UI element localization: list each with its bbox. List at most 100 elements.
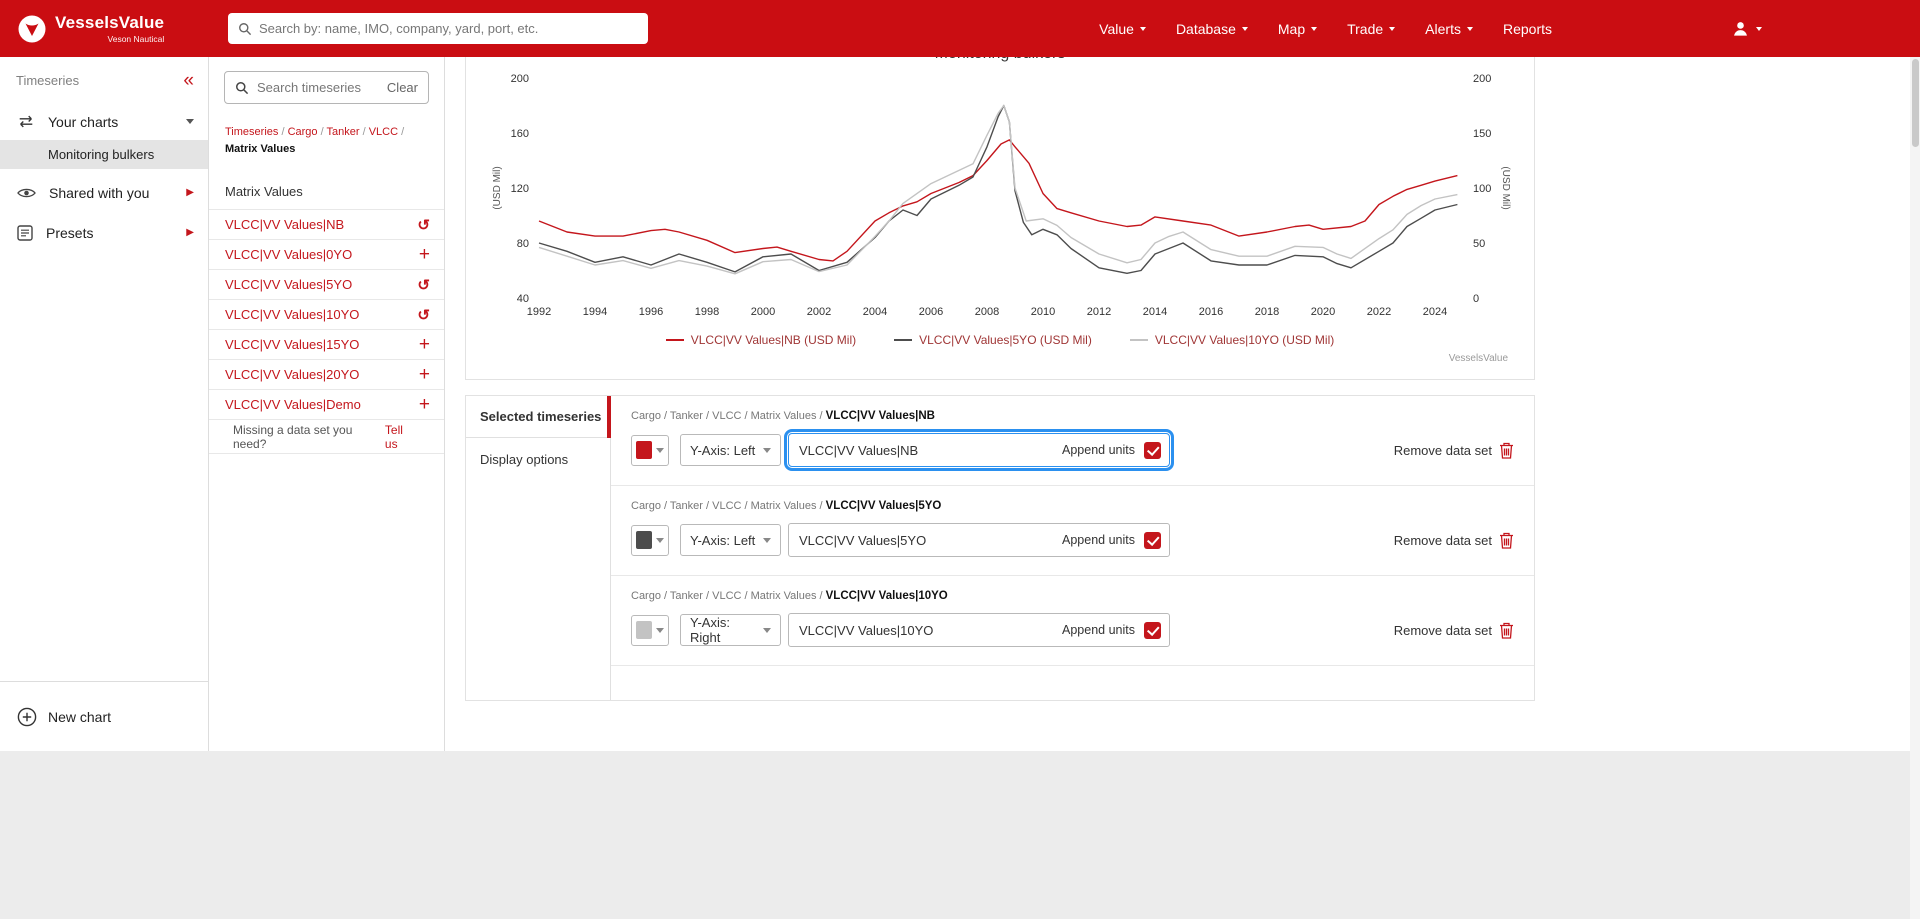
remove-dataset-button[interactable]: Remove data set xyxy=(1394,442,1514,459)
svg-text:200: 200 xyxy=(511,73,529,85)
scrollbar-thumb[interactable] xyxy=(1911,59,1919,147)
add-icon[interactable]: + xyxy=(419,395,430,414)
tell-us-link[interactable]: Tell us xyxy=(385,423,418,451)
series-label-input-group: Append units xyxy=(788,613,1170,647)
undo-icon[interactable]: ↺ xyxy=(417,306,430,324)
svg-text:2024: 2024 xyxy=(1423,306,1447,318)
nav-map[interactable]: Map xyxy=(1278,21,1318,37)
sidebar-header: Timeseries « xyxy=(0,57,208,103)
presets-list-icon xyxy=(17,224,33,241)
brand-subtitle: Veson Nautical xyxy=(107,34,165,44)
timeseries-item[interactable]: VLCC|VV Values|10YO ↺ xyxy=(209,300,444,331)
timeseries-item[interactable]: VLCC|VV Values|20YO + xyxy=(209,360,444,391)
nav-label: Alerts xyxy=(1425,20,1461,37)
vesselsvalue-logo-icon xyxy=(18,15,46,42)
svg-text:80: 80 xyxy=(517,238,529,250)
series-label-input[interactable] xyxy=(791,532,1063,548)
nav-database[interactable]: Database xyxy=(1176,21,1248,37)
append-units-checkbox[interactable] xyxy=(1144,621,1161,639)
nav-label: Value xyxy=(1099,20,1134,37)
append-units-checkbox[interactable] xyxy=(1144,441,1161,459)
color-picker[interactable] xyxy=(631,614,669,646)
nav-label: Reports xyxy=(1502,20,1552,37)
sidebar-item-label: Presets xyxy=(46,224,94,241)
collapse-sidebar-icon[interactable]: « xyxy=(183,71,194,90)
sidebar-item-shared-with-you[interactable]: Shared with you ▶ xyxy=(0,174,208,211)
timeseries-item[interactable]: VLCC|VV Values|NB ↺ xyxy=(209,210,444,241)
clear-search-button[interactable]: Clear xyxy=(387,80,418,95)
breadcrumb-separator: / xyxy=(317,126,327,138)
svg-text:2022: 2022 xyxy=(1367,306,1391,318)
nav-value[interactable]: Value xyxy=(1099,21,1146,37)
legend-item[interactable]: VLCC|VV Values|5YO (USD Mil) xyxy=(894,333,1092,347)
folder-matrix-values[interactable]: Matrix Values xyxy=(209,174,444,211)
add-icon[interactable]: + xyxy=(419,365,430,384)
svg-text:100: 100 xyxy=(1473,183,1491,195)
brand-logo[interactable]: VesselsValue Veson Nautical xyxy=(18,13,164,44)
legend-item[interactable]: VLCC|VV Values|10YO (USD Mil) xyxy=(1129,333,1335,347)
breadcrumb-link[interactable]: VLCC xyxy=(369,126,398,138)
missing-dataset-row: Missing a data set you need? Tell us xyxy=(209,420,444,455)
chevron-down-icon xyxy=(763,447,771,453)
chevron-down-icon xyxy=(763,627,771,633)
account-menu[interactable] xyxy=(1731,0,1762,57)
undo-icon[interactable]: ↺ xyxy=(417,276,430,294)
tab-selected-timeseries[interactable]: Selected timeseries xyxy=(466,396,611,438)
remove-dataset-button[interactable]: Remove data set xyxy=(1394,622,1514,639)
series-label-input[interactable] xyxy=(791,442,1063,458)
watermark: VesselsValue xyxy=(1448,353,1508,364)
y-axis-select[interactable]: Y-Axis: Left xyxy=(680,524,781,556)
series-label-input[interactable] xyxy=(791,622,1063,638)
timeseries-list: VLCC|VV Values|NB ↺ VLCC|VV Values|0YO + VLC… xyxy=(209,210,444,421)
legend-item[interactable]: VLCC|VV Values|NB (USD Mil) xyxy=(665,333,856,347)
append-units-checkbox[interactable] xyxy=(1144,531,1161,549)
tab-display-options[interactable]: Display options xyxy=(466,438,610,480)
remove-dataset-button[interactable]: Remove data set xyxy=(1394,532,1514,549)
svg-text:2008: 2008 xyxy=(975,306,999,318)
nav-reports[interactable]: Reports xyxy=(1503,21,1552,37)
sidebar-item-presets[interactable]: Presets ▶ xyxy=(0,214,208,251)
dataset-name: VLCC|VV Values|10YO xyxy=(825,590,948,602)
y-axis-select[interactable]: Y-Axis: Right xyxy=(680,614,781,646)
new-chart-button[interactable]: New chart xyxy=(0,681,208,751)
breadcrumb-separator: / xyxy=(398,126,405,138)
timeseries-chart[interactable]: 1992 1994 1996 1998 2000 2002 2004 2006 2008 2010… xyxy=(466,57,1536,327)
nav-alerts[interactable]: Alerts xyxy=(1425,21,1473,37)
breadcrumb-link[interactable]: Timeseries xyxy=(225,126,278,138)
dataset-row: Cargo / Tanker / VLCC / Matrix Values / … xyxy=(611,486,1534,576)
color-picker[interactable] xyxy=(631,524,669,556)
svg-text:2010: 2010 xyxy=(1031,306,1055,318)
add-icon[interactable]: + xyxy=(419,335,430,354)
svg-text:2006: 2006 xyxy=(919,306,943,318)
color-picker[interactable] xyxy=(631,434,669,466)
undo-icon[interactable]: ↺ xyxy=(417,216,430,234)
global-search-input[interactable] xyxy=(259,21,638,36)
y-axis-select[interactable]: Y-Axis: Left xyxy=(680,434,781,466)
legend-label: VLCC|VV Values|10YO (USD Mil) xyxy=(1154,333,1335,347)
breadcrumb-link[interactable]: Tanker xyxy=(327,126,360,138)
sidebar-item-monitoring-bulkers[interactable]: Monitoring bulkers xyxy=(0,140,208,169)
nav-label: Trade xyxy=(1347,20,1384,37)
chart-card: Monitoring bulkers 199219941996199820002… xyxy=(465,45,1536,380)
timeseries-item-label: VLCC|VV Values|5YO xyxy=(225,277,353,293)
chevron-down-icon xyxy=(656,627,664,633)
timeseries-item[interactable]: VLCC|VV Values|5YO ↺ xyxy=(209,270,444,301)
svg-text:1998: 1998 xyxy=(695,306,719,318)
sidebar-title: Timeseries xyxy=(16,72,80,88)
breadcrumb-separator: / xyxy=(278,126,288,138)
timeseries-item[interactable]: VLCC|VV Values|Demo + xyxy=(209,390,444,421)
scrollbar[interactable] xyxy=(1910,57,1920,919)
new-chart-label: New chart xyxy=(48,708,112,725)
dataset-name: VLCC|VV Values|5YO xyxy=(825,500,942,512)
timeseries-search-input[interactable] xyxy=(257,80,387,95)
nav-trade[interactable]: Trade xyxy=(1347,20,1396,37)
dataset-breadcrumb: Cargo / Tanker / VLCC / Matrix Values / … xyxy=(631,500,942,512)
timeseries-item[interactable]: VLCC|VV Values|0YO + xyxy=(209,240,444,271)
sidebar-item-your-charts[interactable]: Your charts xyxy=(0,103,208,140)
panel-tabs: Selected timeseries Display options xyxy=(466,396,611,700)
add-icon[interactable]: + xyxy=(419,245,430,264)
breadcrumb-link[interactable]: Cargo xyxy=(288,126,318,138)
chevron-down-icon xyxy=(656,447,664,453)
timeseries-item[interactable]: VLCC|VV Values|15YO + xyxy=(209,330,444,361)
search-icon xyxy=(236,81,249,94)
